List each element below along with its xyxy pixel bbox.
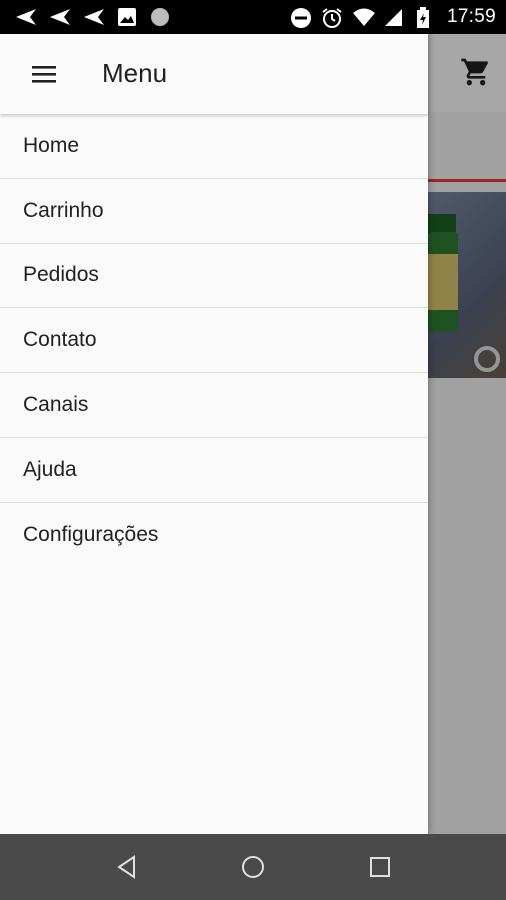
menu-item-configuracoes[interactable]: Configurações [0, 503, 428, 568]
alarm-icon [322, 8, 342, 28]
menu-item-label: Pedidos [23, 263, 99, 287]
menu-item-label: Home [23, 133, 80, 157]
status-bar: 17:59 [0, 0, 506, 34]
system-navigation-bar [0, 834, 506, 900]
navigation-drawer: Menu Home Carrinho Pedidos Contato Canai… [0, 34, 428, 834]
recents-icon[interactable] [367, 854, 393, 880]
menu-item-label: Canais [23, 393, 89, 417]
status-time: 17:59 [446, 6, 496, 27]
menu-item-canais[interactable]: Canais [0, 373, 428, 438]
send-notification-icon [16, 9, 36, 25]
image-icon [118, 8, 136, 26]
menu-item-home[interactable]: Home [0, 114, 428, 179]
drawer-title: Menu [102, 58, 168, 88]
menu-item-carrinho[interactable]: Carrinho [0, 179, 428, 244]
home-icon[interactable] [240, 854, 266, 880]
menu-item-label: Configurações [23, 523, 159, 547]
drawer-header: Menu [0, 34, 428, 114]
send-notification-icon [50, 9, 70, 25]
do-not-disturb-icon [291, 8, 311, 28]
menu-item-contato[interactable]: Contato [0, 308, 428, 374]
wifi-icon [353, 8, 375, 26]
signal-icon [385, 9, 402, 26]
menu-item-label: Contato [23, 328, 97, 352]
send-notification-icon [84, 9, 104, 25]
menu-item-label: Ajuda [23, 457, 77, 481]
drawer-menu-list: Home Carrinho Pedidos Contato Canais Aju… [0, 114, 428, 568]
battery-charging-icon [417, 7, 429, 28]
hamburger-menu-icon[interactable] [26, 56, 62, 92]
back-icon[interactable] [114, 854, 140, 880]
menu-item-pedidos[interactable]: Pedidos [0, 244, 428, 309]
menu-item-label: Carrinho [23, 198, 104, 222]
menu-item-ajuda[interactable]: Ajuda [0, 438, 428, 503]
circle-notification-icon [151, 8, 169, 26]
